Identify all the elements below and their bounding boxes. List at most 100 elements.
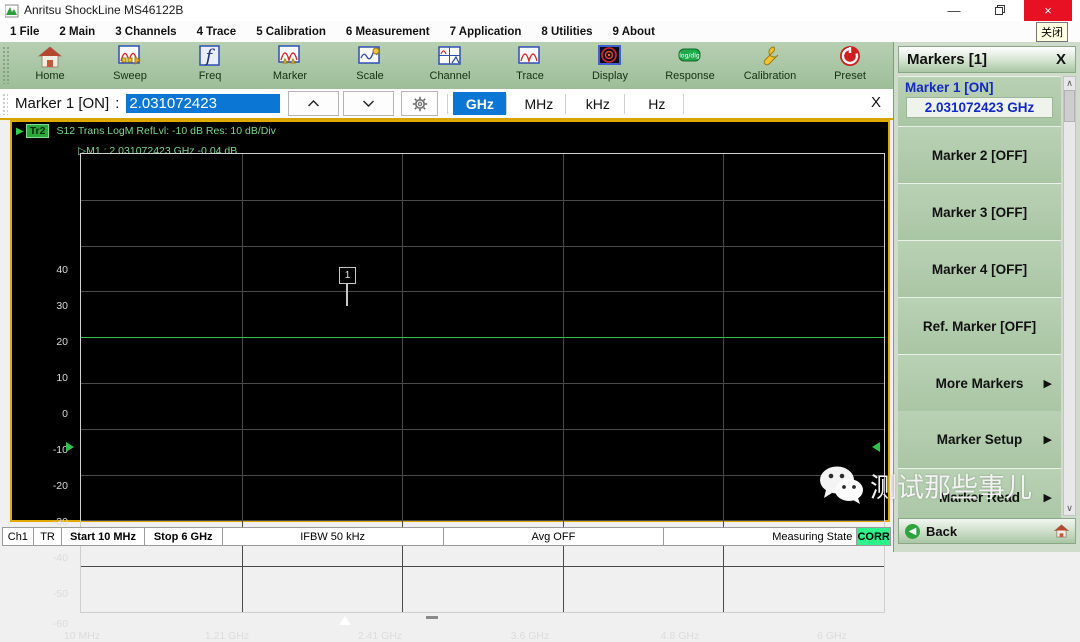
menu-item-channels[interactable]: 3 Channels bbox=[115, 26, 176, 38]
trace-badge[interactable]: Tr2 bbox=[25, 124, 50, 138]
minimize-button[interactable]: — bbox=[936, 0, 972, 21]
unit-button-khz[interactable]: kHz bbox=[571, 92, 624, 115]
marker-3-item[interactable]: Marker 3 [OFF] bbox=[898, 183, 1061, 240]
marker-read-item[interactable]: Marker Read ▶ bbox=[898, 468, 1061, 525]
status-stop-freq: Stop 6 GHz bbox=[145, 528, 223, 545]
menu-item-trace[interactable]: 4 Trace bbox=[197, 26, 237, 38]
ribbon-button-preset[interactable]: Preset bbox=[810, 42, 890, 91]
title-bar: Anritsu ShockLine MS46122B — × 关闭 bbox=[0, 0, 1080, 42]
ribbon-button-response[interactable]: log/dlg Response bbox=[650, 42, 730, 91]
ribbon-label-calibration: Calibration bbox=[743, 70, 797, 82]
y-tick-neg10: -10 bbox=[52, 444, 68, 456]
status-start-freq: Start 10 MHz bbox=[62, 528, 145, 545]
menu-item-file[interactable]: 1 File bbox=[10, 26, 39, 38]
markers-panel: Markers [1] X ∧ ∨ Marker 1 [ON] 2.031072… bbox=[893, 42, 1080, 552]
marker-4-item[interactable]: Marker 4 [OFF] bbox=[898, 240, 1061, 297]
application-window: Anritsu ShockLine MS46122B — × 关闭 1 File… bbox=[0, 0, 1080, 642]
ref-marker-item[interactable]: Ref. Marker [OFF] bbox=[898, 297, 1061, 354]
home-shortcut-icon[interactable] bbox=[1054, 524, 1069, 538]
ref-marker-label: Ref. Marker [OFF] bbox=[922, 318, 1037, 334]
marker-4-label: Marker 4 [OFF] bbox=[931, 261, 1028, 277]
marker-1-box[interactable]: 1 bbox=[339, 267, 356, 284]
menu-item-application[interactable]: 7 Application bbox=[450, 26, 522, 38]
status-channel: Ch1 bbox=[3, 528, 34, 545]
x-tick-5: 4.8 GHz bbox=[660, 630, 700, 642]
y-tick-neg50: -50 bbox=[52, 588, 68, 600]
more-markers-item[interactable]: More Markers ▶ bbox=[898, 354, 1061, 411]
menu-item-about[interactable]: 9 About bbox=[613, 26, 655, 38]
markers-scrollbar[interactable]: ∧ ∨ bbox=[1063, 76, 1076, 516]
status-ifbw: IFBW 50 kHz bbox=[223, 528, 444, 545]
ribbon-button-calibration[interactable]: Calibration bbox=[730, 42, 810, 91]
close-button[interactable]: × bbox=[1024, 0, 1072, 21]
ribbon-button-freq[interactable]: f Freq bbox=[170, 42, 250, 91]
marker-entry-bar: Marker 1 [ON] : 2.031072423 GHz MHz kHz … bbox=[0, 89, 893, 120]
markers-menu-body: ∧ ∨ Marker 1 [ON] 2.031072423 GHz Marker… bbox=[898, 76, 1076, 525]
marker-setup-item[interactable]: Marker Setup ▶ bbox=[898, 411, 1061, 468]
unit-button-hz[interactable]: Hz bbox=[630, 92, 683, 115]
y-tick-40: 40 bbox=[56, 264, 68, 276]
unit-button-ghz[interactable]: GHz bbox=[453, 92, 507, 115]
x-tick-4: 3.6 GHz bbox=[510, 630, 550, 642]
entry-settings-button[interactable] bbox=[401, 91, 439, 116]
sweep-tick-icon bbox=[426, 616, 438, 619]
back-label: Back bbox=[926, 523, 958, 539]
ribbon-grip[interactable] bbox=[2, 46, 10, 84]
markers-panel-title: Markers [1] bbox=[907, 51, 988, 68]
status-bar: Ch1 TR Start 10 MHz Stop 6 GHz IFBW 50 k… bbox=[2, 527, 891, 546]
freq-icon: f bbox=[199, 45, 220, 67]
status-corr-badge: CORR bbox=[857, 528, 891, 545]
entry-grip[interactable] bbox=[2, 92, 8, 115]
ribbon-label-response: Response bbox=[665, 70, 715, 82]
marker-1-item[interactable]: Marker 1 [ON] 2.031072423 GHz bbox=[898, 76, 1061, 126]
ribbon-button-sweep[interactable]: Sweep bbox=[90, 42, 170, 91]
back-button[interactable]: ◀ Back bbox=[898, 518, 1076, 544]
decrement-button[interactable] bbox=[343, 91, 395, 116]
gridline-horizontal bbox=[81, 245, 884, 247]
ribbon-button-display[interactable]: Display bbox=[570, 42, 650, 91]
menu-item-calibration[interactable]: 5 Calibration bbox=[256, 26, 326, 38]
gear-icon bbox=[412, 96, 428, 111]
y-tick-30: 30 bbox=[56, 300, 68, 312]
scrollbar-thumb[interactable] bbox=[1064, 90, 1075, 122]
marker-1-value[interactable]: 2.031072423 GHz bbox=[906, 97, 1053, 118]
scale-icon bbox=[358, 46, 380, 64]
ribbon-label-marker: Marker bbox=[272, 70, 308, 82]
ribbon-button-trace[interactable]: Trace bbox=[490, 42, 570, 91]
maximize-button[interactable] bbox=[982, 0, 1018, 21]
y-tick-neg60: -60 bbox=[52, 618, 68, 630]
unit-button-mhz[interactable]: MHz bbox=[512, 92, 565, 115]
ribbon-label-trace: Trace bbox=[516, 70, 544, 82]
ref-level-marker-left-icon bbox=[66, 442, 74, 452]
markers-menu-list: Marker 1 [ON] 2.031072423 GHz Marker 2 [… bbox=[898, 76, 1061, 525]
ribbon-button-scale[interactable]: Scale bbox=[330, 42, 410, 91]
chevron-right-icon-3: ▶ bbox=[1043, 491, 1052, 504]
scroll-down-arrow-icon[interactable]: ∨ bbox=[1064, 502, 1075, 515]
ribbon-label-freq: Freq bbox=[198, 70, 222, 82]
marker-icon bbox=[278, 45, 300, 64]
menu-item-main[interactable]: 2 Main bbox=[59, 26, 95, 38]
calibration-icon bbox=[763, 46, 779, 66]
trace-info-text: S12 Trans LogM RefLvl: -10 dB Res: 10 dB… bbox=[56, 125, 276, 137]
gridline-horizontal bbox=[81, 474, 884, 476]
marker-2-item[interactable]: Marker 2 [OFF] bbox=[898, 126, 1061, 183]
scroll-up-arrow-icon[interactable]: ∧ bbox=[1064, 77, 1075, 90]
ribbon-button-marker[interactable]: Marker bbox=[250, 42, 330, 91]
marker-frequency-input[interactable]: 2.031072423 bbox=[126, 94, 281, 113]
ribbon-button-channel[interactable]: Channel bbox=[410, 42, 490, 91]
marker-2-label: Marker 2 [OFF] bbox=[931, 147, 1028, 163]
entry-close-button[interactable]: X bbox=[871, 94, 881, 111]
trace-active-arrow-icon: ▶ bbox=[16, 125, 24, 137]
ribbon-label-home: Home bbox=[35, 70, 65, 82]
ribbon-button-home[interactable]: Home bbox=[10, 42, 90, 91]
increment-button[interactable] bbox=[288, 91, 340, 116]
chevron-right-icon: ▶ bbox=[1043, 377, 1052, 390]
close-tooltip: 关闭 bbox=[1036, 22, 1068, 42]
menu-item-utilities[interactable]: 8 Utilities bbox=[541, 26, 592, 38]
gridline-horizontal bbox=[81, 520, 884, 522]
markers-panel-header: Markers [1] X bbox=[898, 46, 1076, 73]
markers-panel-close-button[interactable]: X bbox=[1056, 51, 1066, 68]
menu-item-measurement[interactable]: 6 Measurement bbox=[346, 26, 430, 38]
graph-panel[interactable]: ▶ Tr2 S12 Trans LogM RefLvl: -10 dB Res:… bbox=[10, 120, 890, 642]
response-icon: log/dlg bbox=[678, 48, 701, 62]
